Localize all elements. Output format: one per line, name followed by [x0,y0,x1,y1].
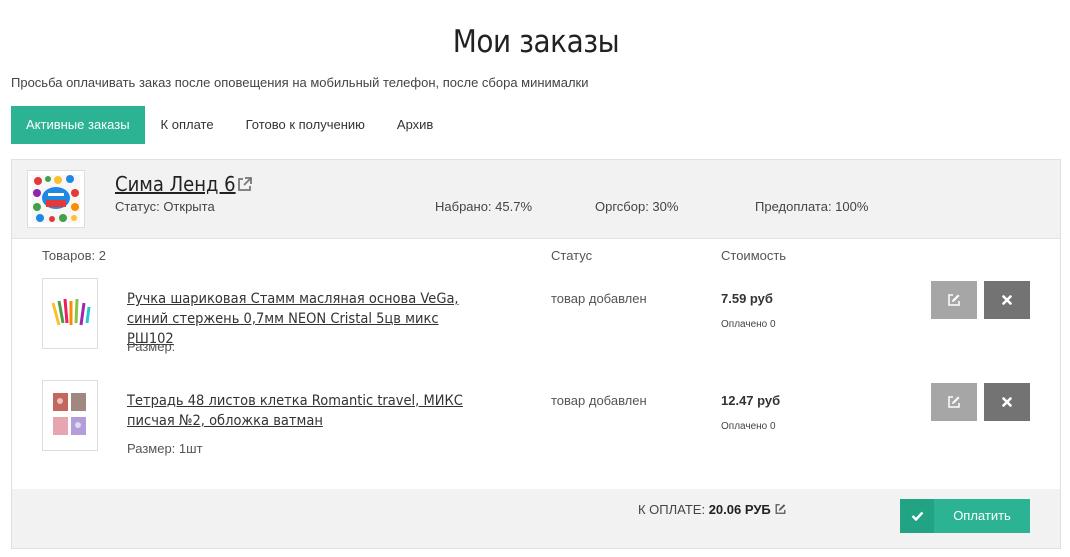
total-label: К ОПЛАТЕ: [638,502,706,517]
order-card: Сима Ленд 6 Статус: Открыта Набрано: 45.… [11,159,1061,549]
order-header: Сима Ленд 6 Статус: Открыта Набрано: 45.… [12,160,1060,239]
collected-percent: Набрано: 45.7% [435,199,533,214]
edit-icon [948,396,960,408]
edit-icon[interactable] [774,503,787,515]
close-icon [1002,397,1012,407]
payment-notice: Просьба оплачивать заказ после оповещени… [11,75,589,90]
total-to-pay: К ОПЛАТЕ: 20.06 РУБ [638,502,787,517]
tab-active-orders[interactable]: Активные заказы [11,106,145,144]
close-icon [1002,295,1012,305]
page-title: Мои заказы [452,24,620,60]
delete-item-button[interactable] [984,281,1030,319]
external-link-icon[interactable] [236,176,253,193]
edit-item-button[interactable] [931,281,977,319]
item-price: 7.59 руб [721,291,773,306]
column-status: Статус [551,248,593,263]
tab-ready[interactable]: Готово к получению [230,106,381,144]
tab-to-pay[interactable]: К оплате [145,106,230,144]
org-fee: Оргсбор: 30% [595,199,679,214]
delete-item-button[interactable] [984,383,1030,421]
item-status: товар добавлен [551,291,647,306]
order-status: Статус: Открыта [115,199,215,214]
item-status: товар добавлен [551,393,647,408]
check-icon [900,499,934,533]
tab-archive[interactable]: Архив [381,106,449,144]
prepayment: Предоплата: 100% [755,199,869,214]
store-logo [27,170,85,228]
item-size: Размер: 1шт [127,441,203,456]
item-thumbnail[interactable] [42,278,98,349]
pay-button[interactable]: Оплатить [900,499,1030,533]
column-cost: Стоимость [721,248,787,263]
items-count: Товаров: 2 [42,248,106,263]
item-price: 12.47 руб [721,393,781,408]
order-tabs: Активные заказы К оплате Готово к получе… [11,106,449,144]
item-paid: Оплачено 0 [721,421,776,432]
order-footer: К ОПЛАТЕ: 20.06 РУБ Оплатить [12,489,1060,548]
total-value: 20.06 РУБ [708,502,771,517]
edit-icon [948,294,960,306]
item-name-link[interactable]: Ручка шариковая Стамм масляная основа Ve… [127,289,487,349]
item-thumbnail[interactable] [42,380,98,451]
pay-button-label: Оплатить [953,508,1011,523]
item-name-link[interactable]: Тетрадь 48 листов клетка Romantic travel… [127,391,487,431]
edit-item-button[interactable] [931,383,977,421]
item-paid: Оплачено 0 [721,319,776,330]
store-name-link[interactable]: Сима Ленд 6 [115,172,236,196]
item-size: Размер: [127,339,176,354]
